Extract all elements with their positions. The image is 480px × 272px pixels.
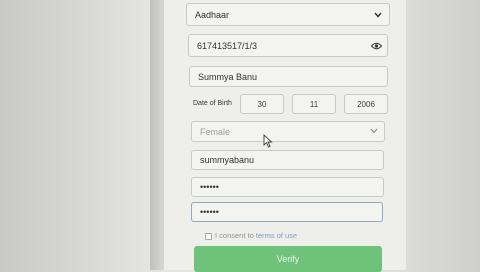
verify-button-label: Verify [276, 254, 300, 264]
chevron-down-icon[interactable] [373, 10, 383, 20]
dob-label: Date of Birth [193, 100, 232, 107]
dob-month-value: 11 [309, 99, 319, 109]
dob-year-input[interactable]: 2006 [344, 94, 388, 114]
id-number-value: 617413517/1/3 [197, 40, 258, 51]
dob-month-input[interactable]: 11 [292, 94, 336, 114]
chevron-down-icon[interactable] [369, 126, 379, 136]
full-name-value: Summya Banu [198, 71, 258, 82]
full-name-input[interactable]: Summya Banu [189, 66, 388, 87]
id-type-value: Aadhaar [195, 9, 230, 20]
username-input[interactable]: summyabanu [191, 150, 384, 170]
dob-year-value: 2006 [357, 99, 375, 109]
consent-checkbox[interactable] [205, 233, 212, 240]
id-type-select[interactable]: Aadhaar [186, 3, 390, 26]
id-number-input[interactable]: 617413517/1/3 [188, 34, 388, 57]
mouse-pointer-icon [263, 133, 273, 148]
confirm-password-input[interactable]: •••••• [191, 202, 383, 222]
consent-label: I consent to [215, 231, 254, 240]
dob-day-value: 30 [257, 99, 267, 109]
dob-day-input[interactable]: 30 [240, 94, 284, 114]
eye-icon[interactable] [370, 40, 382, 52]
verify-button[interactable]: Verify [194, 246, 382, 272]
background-edge [150, 0, 164, 270]
gender-value: Female [200, 126, 231, 137]
consent-text: I consent to terms of use [215, 231, 297, 240]
gender-select[interactable]: Female [191, 121, 385, 142]
password-input[interactable]: •••••• [191, 177, 384, 197]
password-value: •••••• [200, 182, 219, 192]
confirm-password-value: •••••• [200, 207, 219, 217]
username-value: summyabanu [200, 155, 255, 165]
terms-link[interactable]: terms of use [256, 231, 297, 240]
